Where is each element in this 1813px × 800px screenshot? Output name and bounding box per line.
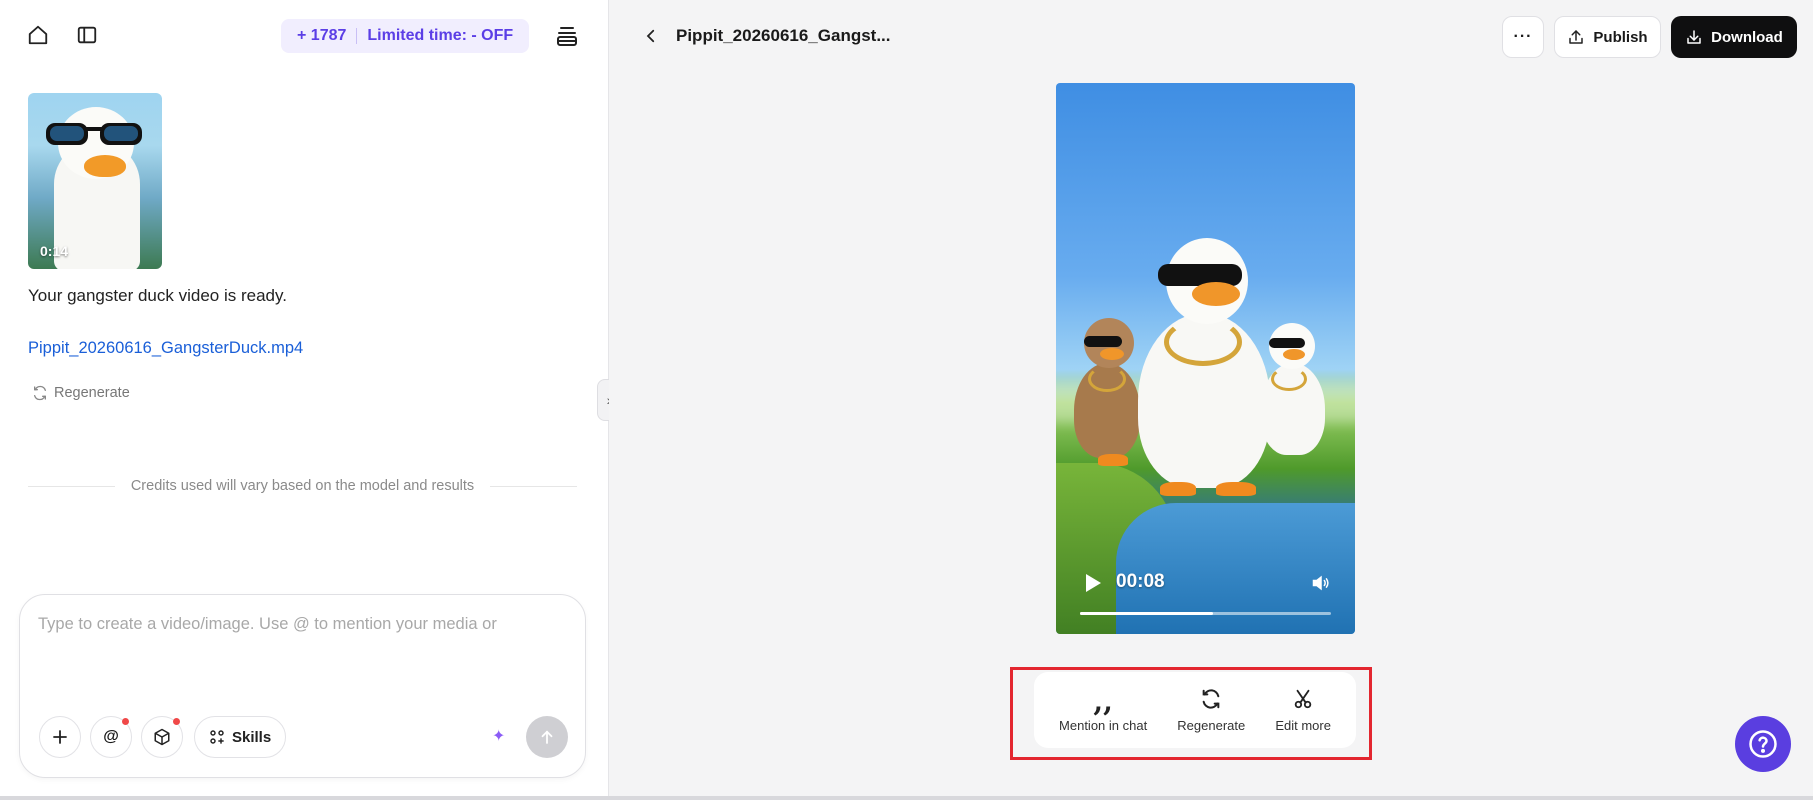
scissors-icon (1294, 689, 1312, 709)
quote-icon: ,, (1093, 685, 1113, 718)
download-icon (1687, 30, 1701, 44)
publish-label: Publish (1593, 28, 1648, 46)
more-options-button[interactable]: ··· (1502, 16, 1544, 58)
current-time: 00:08 (1116, 571, 1165, 592)
edit-more-button[interactable]: Edit more (1275, 687, 1331, 733)
sidebar-icon (77, 26, 97, 44)
publish-button[interactable]: Publish (1554, 16, 1661, 58)
assistant-message: Your gangster duck video is ready. (28, 286, 287, 305)
help-button[interactable] (1735, 716, 1791, 772)
refresh-icon (1202, 689, 1220, 709)
notification-dot (122, 718, 129, 725)
video-thumbnail[interactable]: 0:14 (28, 93, 162, 269)
chevron-left-icon (646, 29, 655, 43)
video-progress-bar[interactable] (1080, 612, 1331, 615)
upload-icon (1569, 30, 1584, 44)
send-button[interactable] (526, 716, 568, 758)
video-player[interactable]: 00:08 (1056, 83, 1355, 634)
download-label: Download (1711, 28, 1783, 46)
refresh-icon (34, 385, 46, 401)
arrow-up-icon (541, 730, 553, 744)
back-button[interactable] (635, 20, 667, 52)
mention-in-chat-button[interactable]: ,, Mention in chat (1059, 685, 1148, 734)
credits-separator (356, 28, 358, 44)
stack-icon (557, 27, 577, 46)
divider (28, 485, 115, 487)
at-icon: @ (103, 728, 119, 745)
credits-note: Credits used will vary based on the mode… (130, 478, 475, 494)
mention-in-chat-label: Mention in chat (1059, 718, 1148, 733)
divider (490, 485, 577, 487)
edit-more-label: Edit more (1275, 718, 1331, 733)
cube-icon (154, 728, 170, 746)
sparkle-icon[interactable]: ✦ (492, 726, 505, 746)
credits-note-row: Credits used will vary based on the mode… (28, 478, 577, 494)
prompt-composer: @ Skills ✦ (19, 594, 586, 778)
skills-label: Skills (232, 728, 272, 746)
home-icon (28, 25, 48, 45)
ellipsis-icon: ··· (1513, 28, 1533, 45)
credits-promo-pill[interactable]: + 1787 Limited time: - OFF (281, 19, 530, 53)
mention-button[interactable]: @ (90, 716, 132, 758)
video-controls: 00:08 (1056, 561, 1355, 634)
skills-button[interactable]: Skills (194, 716, 287, 758)
preview-panel: Pippit_20260616_Gangst... ··· Publish Do… (609, 0, 1813, 800)
chat-panel: + 1787 Limited time: - OFF 0:14 Your gan… (0, 0, 609, 800)
model-button[interactable] (141, 716, 183, 758)
credits-amount: + 1787 (297, 27, 347, 44)
regenerate-button[interactable]: Regenerate (1177, 687, 1245, 733)
volume-icon (1312, 575, 1329, 591)
play-icon (1086, 574, 1101, 592)
skills-grid-icon (210, 730, 224, 744)
promo-text: Limited time: - OFF (367, 27, 514, 44)
question-icon (1749, 730, 1777, 758)
page-title: Pippit_20260616_Gangst... (676, 26, 891, 45)
volume-button[interactable] (1311, 573, 1331, 598)
history-button[interactable] (551, 20, 583, 52)
thumbnail-duration: 0:14 (40, 243, 69, 259)
prompt-input[interactable] (38, 615, 568, 695)
video-file-link[interactable]: Pippit_20260616_GangsterDuck.mp4 (28, 339, 303, 358)
toggle-sidebar-button[interactable] (71, 19, 103, 51)
add-media-button[interactable] (39, 716, 81, 758)
download-button[interactable]: Download (1671, 16, 1797, 58)
action-bar: ,, Mention in chat Regenerate Edit more (1034, 672, 1356, 748)
regenerate-message-button[interactable]: Regenerate (32, 385, 130, 401)
plus-icon (53, 730, 67, 744)
sunglasses-graphic (46, 123, 142, 145)
video-progress-fill (1080, 612, 1214, 615)
bottom-edge (0, 796, 1813, 800)
regenerate-label: Regenerate (1177, 718, 1246, 733)
notification-dot (173, 718, 180, 725)
home-button[interactable] (22, 19, 54, 51)
play-button[interactable] (1084, 573, 1102, 598)
regenerate-label: Regenerate (54, 385, 130, 401)
